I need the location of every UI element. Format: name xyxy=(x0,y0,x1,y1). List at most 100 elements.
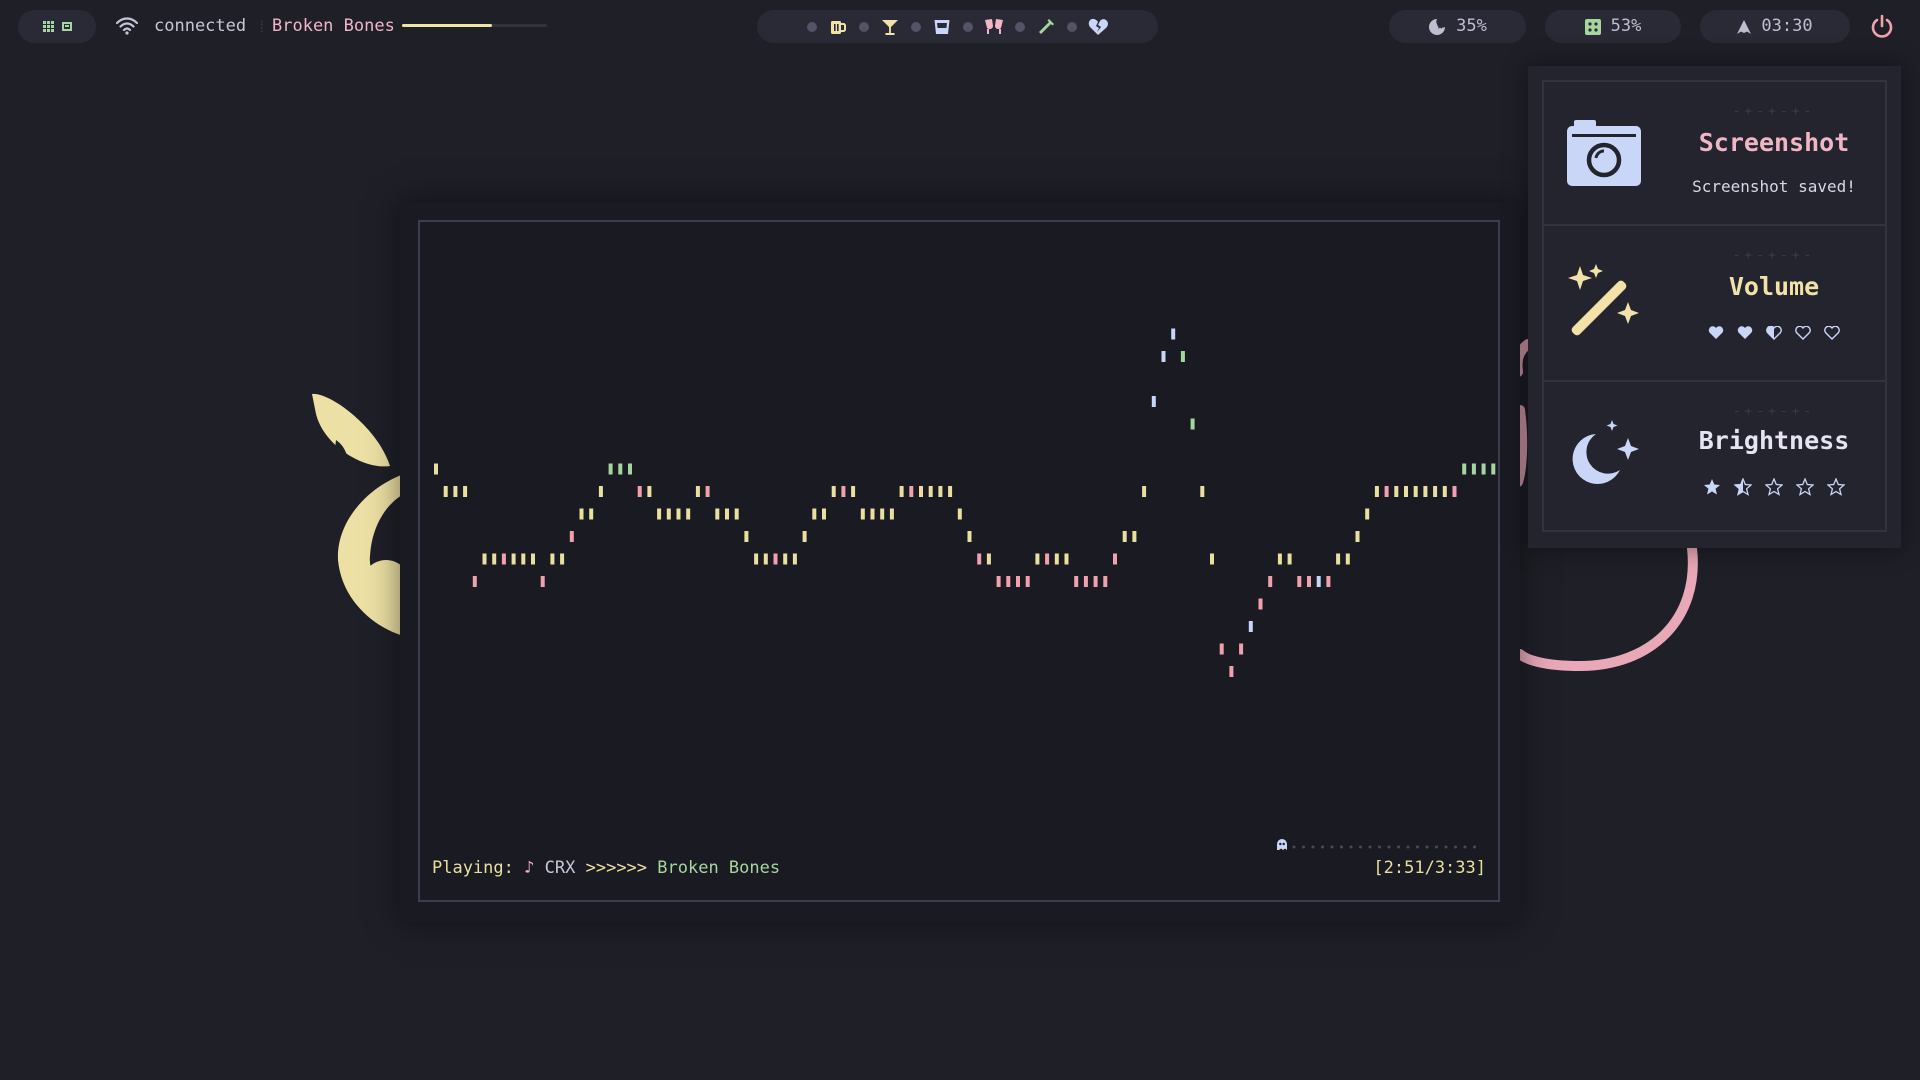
visualizer-bar xyxy=(938,486,943,497)
notification-title: Brightness xyxy=(1698,426,1850,455)
visualizer-bar xyxy=(1171,328,1176,340)
visualizer-bar xyxy=(1161,351,1166,362)
bottle-icon[interactable] xyxy=(1035,16,1057,38)
wallpaper-leaf-decoration xyxy=(312,393,410,636)
now-playing-line: Playing: ♪ CRX >>>>>> Broken Bones xyxy=(432,858,780,878)
square-icon xyxy=(61,22,72,31)
workspace-dot[interactable] xyxy=(1014,21,1025,32)
visualizer-bar xyxy=(637,486,642,497)
visualizer-bar xyxy=(899,486,904,497)
empty-star-icon xyxy=(1796,478,1814,496)
media-progress-fill xyxy=(402,24,492,27)
cpu-usage-widget[interactable]: 35% xyxy=(1389,10,1526,43)
visualizer-bar xyxy=(482,553,487,565)
brightness-level xyxy=(1664,478,1884,496)
visualizer-bar xyxy=(1462,463,1467,475)
decorative-dashes: -+-+-+- xyxy=(1732,104,1816,119)
visualizer-bar xyxy=(1297,576,1302,587)
visualizer-bar xyxy=(1035,553,1040,565)
media-title[interactable]: Broken Bones xyxy=(272,16,395,36)
music-visualizer-window[interactable]: Playing: ♪ CRX >>>>>> Broken Bones [2:51… xyxy=(400,202,1520,922)
visualizer-bar xyxy=(919,486,923,497)
empty-heart-icon xyxy=(1795,326,1811,340)
progress-dot xyxy=(1416,845,1419,849)
clock-widget[interactable]: 03:30 xyxy=(1700,10,1850,43)
star-icon xyxy=(1704,479,1720,495)
progress-dot xyxy=(1292,845,1296,849)
visualizer-bar xyxy=(889,508,894,520)
cocktail-glass-icon[interactable] xyxy=(879,16,901,38)
visualizer-bar xyxy=(1307,576,1311,587)
visualizer-bar xyxy=(453,486,458,497)
visualizer-bar xyxy=(1190,418,1195,430)
progress-dot xyxy=(1340,845,1343,849)
visualizer-bar xyxy=(1384,486,1389,497)
magic-wand-icon xyxy=(1568,264,1639,336)
playing-label: Playing: xyxy=(432,858,514,878)
progress-dot xyxy=(1302,845,1305,849)
memory-usage-value: 53% xyxy=(1610,16,1642,36)
workspace-dot[interactable] xyxy=(1066,21,1077,32)
arch-icon xyxy=(1737,19,1752,34)
workspace-dot[interactable] xyxy=(806,21,817,32)
progress-dot xyxy=(1435,845,1438,849)
launcher-button[interactable] xyxy=(18,10,96,43)
power-icon[interactable] xyxy=(1869,14,1895,40)
visualizer-bar xyxy=(511,553,516,565)
visualizer-bar xyxy=(1210,553,1214,565)
beer-mug-icon[interactable] xyxy=(827,16,849,38)
visualizer-bar xyxy=(744,531,749,542)
workspace-dot[interactable] xyxy=(858,21,869,32)
progress-dot xyxy=(1368,845,1372,849)
visualizer-bar xyxy=(1239,643,1244,655)
visualizer-bar xyxy=(676,508,681,520)
visualizer-bar xyxy=(783,553,788,565)
visualizer-bar xyxy=(715,508,720,520)
visualizer-bar xyxy=(434,463,438,475)
visualizer-bar xyxy=(1229,666,1234,677)
visualizer-bar xyxy=(1471,463,1476,475)
wifi-icon[interactable] xyxy=(116,17,138,35)
progress-dot xyxy=(1349,845,1353,849)
ghost-icon xyxy=(1277,839,1287,850)
whisky-glass-icon[interactable] xyxy=(931,16,953,38)
visualizer-bar xyxy=(589,508,594,520)
workspace-dot[interactable] xyxy=(962,21,973,32)
workspace-dot[interactable] xyxy=(910,21,921,32)
visualizer-bar xyxy=(550,553,555,565)
glasses-cheers-icon[interactable] xyxy=(983,16,1005,38)
visualizer-bar xyxy=(1365,508,1370,520)
visualizer-bar xyxy=(1268,576,1273,587)
visualizer-bar xyxy=(831,486,836,497)
visualizer-bar xyxy=(792,553,797,565)
playback-progress[interactable] xyxy=(1276,838,1486,852)
visualizer-bar xyxy=(521,553,526,565)
visualizer-bar xyxy=(686,508,691,520)
visualizer-bar xyxy=(1113,553,1117,565)
heart-icon xyxy=(1708,326,1724,339)
notification-card-brightness[interactable]: -+-+-+- Brightness xyxy=(1544,380,1885,536)
visualizer-bar xyxy=(1064,553,1069,565)
half-heart-icon xyxy=(1766,326,1782,340)
visualizer-bar xyxy=(841,486,846,497)
visualizer-bar xyxy=(501,553,506,565)
visualizer-bar xyxy=(802,531,807,542)
visualizer-bar xyxy=(928,486,933,497)
progress-dot xyxy=(1444,845,1448,849)
visualizer-bar xyxy=(870,508,875,520)
empty-heart-icon xyxy=(1824,326,1840,340)
broken-heart-icon[interactable] xyxy=(1087,16,1109,38)
network-status[interactable]: connected xyxy=(154,16,246,36)
grid-icon xyxy=(42,21,54,32)
notification-card-volume[interactable]: -+-+-+- Volume xyxy=(1544,224,1885,382)
progress-dot xyxy=(1359,845,1362,849)
visualizer-bar xyxy=(851,486,856,497)
media-progress-bar[interactable] xyxy=(402,24,547,27)
visualizer-bar xyxy=(1083,576,1088,587)
notification-card-screenshot[interactable]: -+-+-+- Screenshot Screenshot saved! xyxy=(1544,82,1885,224)
visualizer-bars xyxy=(434,328,1496,677)
visualizer-bar xyxy=(1316,576,1321,587)
memory-usage-widget[interactable]: 53% xyxy=(1545,10,1681,43)
visualizer-bar xyxy=(977,553,982,565)
visualizer-bar xyxy=(569,531,574,542)
